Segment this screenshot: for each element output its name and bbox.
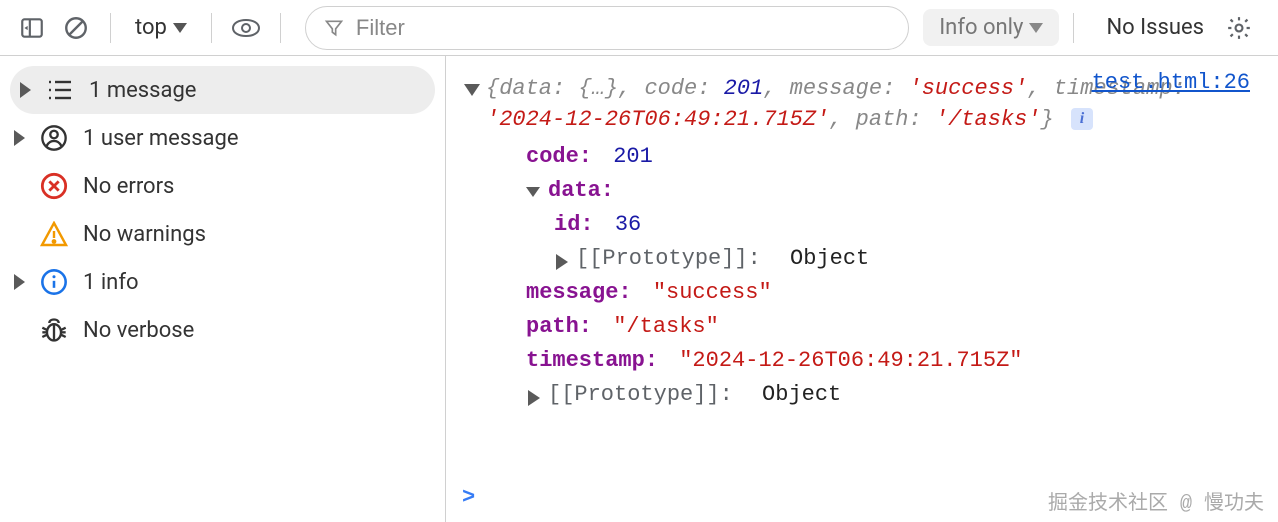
- context-label: top: [135, 15, 167, 40]
- collapse-icon[interactable]: [464, 84, 480, 96]
- tree-row[interactable]: path: "/tasks": [498, 310, 1260, 344]
- issues-button[interactable]: No Issues: [1088, 15, 1222, 40]
- sidebar-item-messages[interactable]: 1 message: [10, 66, 435, 114]
- devtools-toolbar: top Info only No Issues: [0, 0, 1278, 56]
- user-icon: [39, 123, 69, 153]
- log-levels-label: Info only: [939, 15, 1023, 40]
- sidebar-item-warnings[interactable]: No warnings: [0, 210, 445, 258]
- info-badge-icon[interactable]: i: [1071, 108, 1093, 130]
- bug-icon: [39, 315, 69, 345]
- collapse-icon[interactable]: [526, 187, 540, 197]
- object-tree: code: 201 data: id: 36 [[Prototype]]: Ob…: [498, 140, 1260, 413]
- log-levels-selector[interactable]: Info only: [923, 9, 1059, 46]
- sidebar-item-info[interactable]: 1 info: [0, 258, 445, 306]
- clear-console-icon[interactable]: [56, 8, 96, 48]
- filter-box[interactable]: [305, 6, 909, 50]
- sidebar-item-verbose[interactable]: No verbose: [0, 306, 445, 354]
- filter-input[interactable]: [356, 15, 890, 41]
- tree-row[interactable]: code: 201: [498, 140, 1260, 174]
- object-summary: {data: {…}, code: 201, message: 'success…: [486, 74, 1186, 136]
- tree-row-data[interactable]: data:: [498, 174, 1260, 208]
- expand-icon[interactable]: [556, 254, 568, 270]
- toggle-sidebar-icon[interactable]: [12, 8, 52, 48]
- filter-icon: [324, 18, 344, 38]
- source-link[interactable]: test.html:26: [1092, 70, 1250, 95]
- warning-icon: [39, 219, 69, 249]
- toolbar-separator: [110, 13, 111, 43]
- console-main: 1 message 1 user message No errors No wa…: [0, 56, 1278, 522]
- info-icon: [39, 267, 69, 297]
- error-icon: [39, 171, 69, 201]
- live-expression-icon[interactable]: [226, 8, 266, 48]
- sidebar-item-user-messages[interactable]: 1 user message: [0, 114, 445, 162]
- tree-row[interactable]: id: 36: [498, 208, 1260, 242]
- tree-row[interactable]: timestamp: "2024-12-26T06:49:21.715Z": [498, 344, 1260, 378]
- chevron-down-icon: [173, 23, 187, 33]
- expand-icon: [14, 274, 25, 290]
- watermark: 掘金技术社区 @ 慢功夫: [1048, 486, 1264, 516]
- chevron-down-icon: [1029, 23, 1043, 33]
- sidebar-item-label: 1 user message: [83, 126, 239, 151]
- console-prompt-icon[interactable]: >: [462, 485, 475, 510]
- tree-row-prototype[interactable]: [[Prototype]]: Object: [498, 242, 1260, 276]
- toolbar-separator: [280, 13, 281, 43]
- tree-row[interactable]: message: "success": [498, 276, 1260, 310]
- sidebar-item-label: 1 message: [89, 78, 196, 103]
- sidebar-item-label: No verbose: [83, 318, 194, 343]
- tree-row-prototype[interactable]: [[Prototype]]: Object: [498, 378, 1260, 412]
- sidebar-item-label: No errors: [83, 174, 174, 199]
- console-output: test.html:26 {data: {…}, code: 201, mess…: [446, 56, 1278, 522]
- settings-icon[interactable]: [1226, 15, 1266, 41]
- expand-icon: [14, 130, 25, 146]
- expand-icon[interactable]: [528, 390, 540, 406]
- expand-icon: [20, 82, 31, 98]
- toolbar-separator: [1073, 13, 1074, 43]
- sidebar-item-errors[interactable]: No errors: [0, 162, 445, 210]
- sidebar-item-label: 1 info: [83, 270, 139, 295]
- context-selector[interactable]: top: [125, 11, 197, 44]
- console-sidebar: 1 message 1 user message No errors No wa…: [0, 56, 446, 522]
- toolbar-separator: [211, 13, 212, 43]
- list-icon: [45, 75, 75, 105]
- sidebar-item-label: No warnings: [83, 222, 206, 247]
